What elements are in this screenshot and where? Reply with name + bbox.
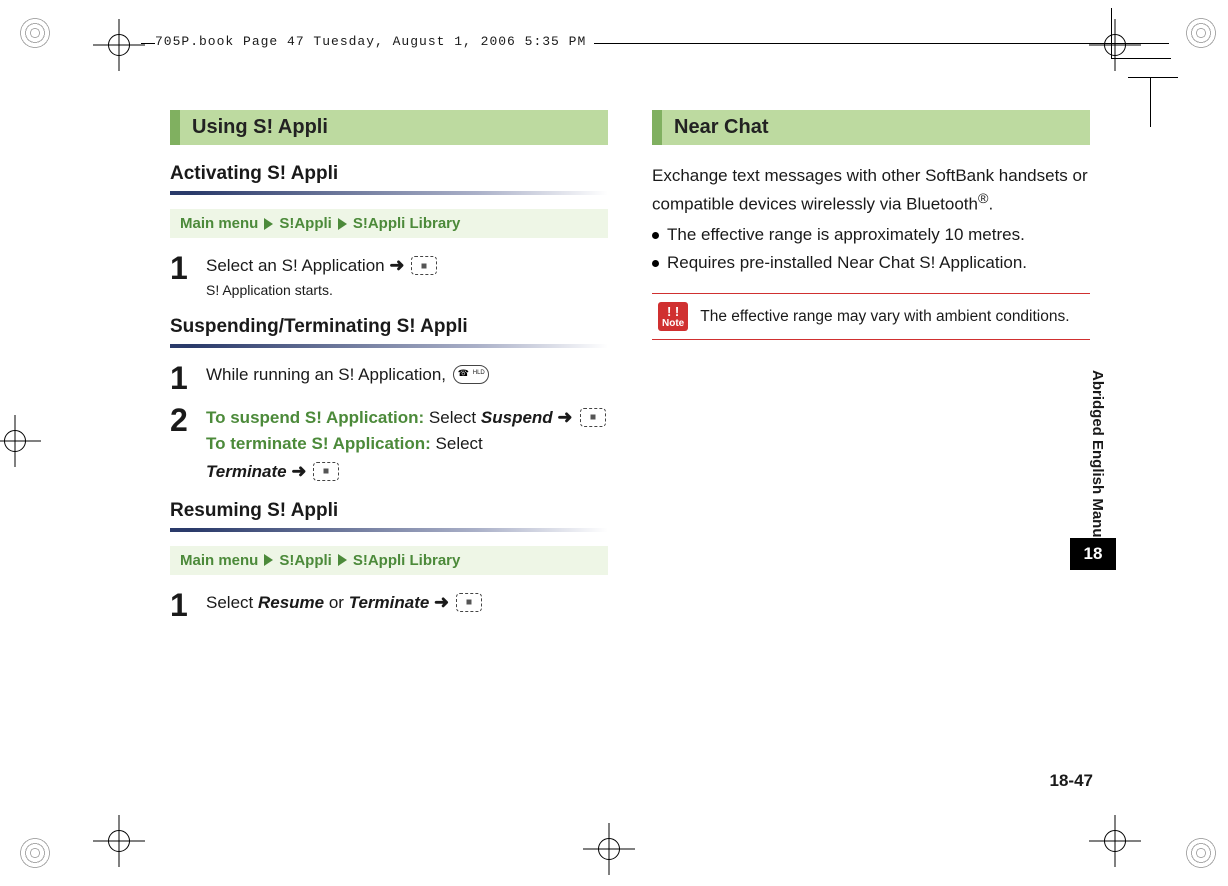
step-text: While running an S! Application, bbox=[206, 365, 446, 384]
arrow-right-icon: ➜ bbox=[291, 461, 311, 481]
step-number: 1 bbox=[170, 589, 206, 621]
registered-mark-icon: ® bbox=[978, 191, 988, 207]
breadcrumb-resuming: Main menu S!Appli S!Appli Library bbox=[170, 546, 608, 575]
breadcrumb-item: Main menu bbox=[180, 215, 258, 232]
step-1-resume: 1 Select Resume or Terminate ➜ bbox=[170, 589, 608, 621]
registration-target-icon bbox=[18, 836, 52, 870]
select-text: Select bbox=[429, 408, 481, 427]
crop-mark-icon bbox=[1104, 34, 1126, 56]
menu-item: Suspend bbox=[481, 408, 553, 427]
divider bbox=[170, 344, 608, 348]
section-using-sappli: Using S! Appli bbox=[170, 110, 608, 145]
plain-text: or bbox=[324, 593, 349, 612]
menu-item: Resume bbox=[258, 593, 324, 612]
note-label: Note bbox=[662, 318, 684, 329]
book-page-header: 705P.book Page 47 Tuesday, August 1, 200… bbox=[155, 34, 594, 49]
divider bbox=[170, 191, 608, 195]
select-text: Select bbox=[436, 434, 483, 453]
bullet-text: Requires pre-installed Near Chat S! Appl… bbox=[667, 250, 1027, 276]
crop-mark-icon bbox=[4, 430, 26, 452]
bullet-requires: Requires pre-installed Near Chat S! Appl… bbox=[652, 250, 1090, 276]
crop-mark-icon bbox=[598, 838, 620, 860]
nav-key-icon bbox=[411, 256, 437, 275]
action-label: To suspend S! Application: bbox=[206, 408, 424, 427]
right-column: Near Chat Exchange text messages with ot… bbox=[652, 110, 1090, 631]
body-span: . bbox=[988, 195, 993, 214]
subhead-resuming: Resuming S! Appli bbox=[170, 500, 608, 522]
registration-target-icon bbox=[18, 16, 52, 50]
breadcrumb-item: S!Appli Library bbox=[353, 215, 461, 232]
arrow-right-icon: ➜ bbox=[434, 592, 454, 612]
chapter-tab: 18 bbox=[1070, 538, 1116, 570]
body-span: Exchange text messages with other SoftBa… bbox=[652, 166, 1088, 214]
action-label: To terminate S! Application: bbox=[206, 434, 431, 453]
bullet-range: The effective range is approximately 10 … bbox=[652, 222, 1090, 248]
breadcrumb-item: S!Appli bbox=[279, 215, 332, 232]
crop-mark-icon bbox=[108, 830, 130, 852]
breadcrumb-item: S!Appli Library bbox=[353, 552, 461, 569]
menu-item: Terminate bbox=[206, 462, 287, 481]
subhead-activating: Activating S! Appli bbox=[170, 163, 608, 185]
breadcrumb-item: S!Appli bbox=[279, 552, 332, 569]
near-chat-intro: Exchange text messages with other SoftBa… bbox=[652, 163, 1090, 218]
arrow-right-icon: ➜ bbox=[389, 255, 409, 275]
menu-item: Terminate bbox=[349, 593, 430, 612]
chevron-right-icon bbox=[264, 554, 273, 566]
nav-key-icon bbox=[456, 593, 482, 612]
chevron-right-icon bbox=[338, 218, 347, 230]
nav-key-icon bbox=[580, 408, 606, 427]
bullet-text: The effective range is approximately 10 … bbox=[667, 222, 1025, 248]
page-number: 18-47 bbox=[1050, 771, 1093, 791]
call-hold-key-icon bbox=[453, 365, 489, 384]
registration-target-icon bbox=[1184, 836, 1218, 870]
subhead-suspending: Suspending/Terminating S! Appli bbox=[170, 316, 608, 338]
divider bbox=[170, 528, 608, 532]
nav-key-icon bbox=[313, 462, 339, 481]
chevron-right-icon bbox=[264, 218, 273, 230]
breadcrumb-item: Main menu bbox=[180, 552, 258, 569]
step-note: S! Application starts. bbox=[206, 280, 608, 302]
registration-target-icon bbox=[1184, 16, 1218, 50]
step-number: 1 bbox=[170, 252, 206, 302]
step-1-suspend: 1 While running an S! Application, bbox=[170, 362, 608, 394]
bullet-icon bbox=[652, 232, 659, 239]
step-2-suspend: 2 To suspend S! Application: Select Susp… bbox=[170, 404, 608, 486]
section-near-chat: Near Chat bbox=[652, 110, 1090, 145]
note-badge: ! ! Note bbox=[658, 302, 688, 331]
left-column: Using S! Appli Activating S! Appli Main … bbox=[170, 110, 608, 631]
bullet-icon bbox=[652, 260, 659, 267]
step-text: Select an S! Application bbox=[206, 256, 385, 275]
alert-icon: ! ! bbox=[662, 305, 684, 318]
step-1-activate: 1 Select an S! Application ➜ S! Applicat… bbox=[170, 252, 608, 302]
select-text: Select bbox=[206, 593, 258, 612]
note-text: The effective range may vary with ambien… bbox=[700, 308, 1069, 326]
step-number: 1 bbox=[170, 362, 206, 394]
crop-mark-icon bbox=[108, 34, 130, 56]
chevron-right-icon bbox=[338, 554, 347, 566]
step-number: 2 bbox=[170, 404, 206, 486]
note-box: ! ! Note The effective range may vary wi… bbox=[652, 293, 1090, 340]
breadcrumb-activating: Main menu S!Appli S!Appli Library bbox=[170, 209, 608, 238]
arrow-right-icon: ➜ bbox=[557, 407, 577, 427]
crop-mark-icon bbox=[1104, 830, 1126, 852]
side-tab-label: Abridged English Manual bbox=[1089, 370, 1106, 550]
